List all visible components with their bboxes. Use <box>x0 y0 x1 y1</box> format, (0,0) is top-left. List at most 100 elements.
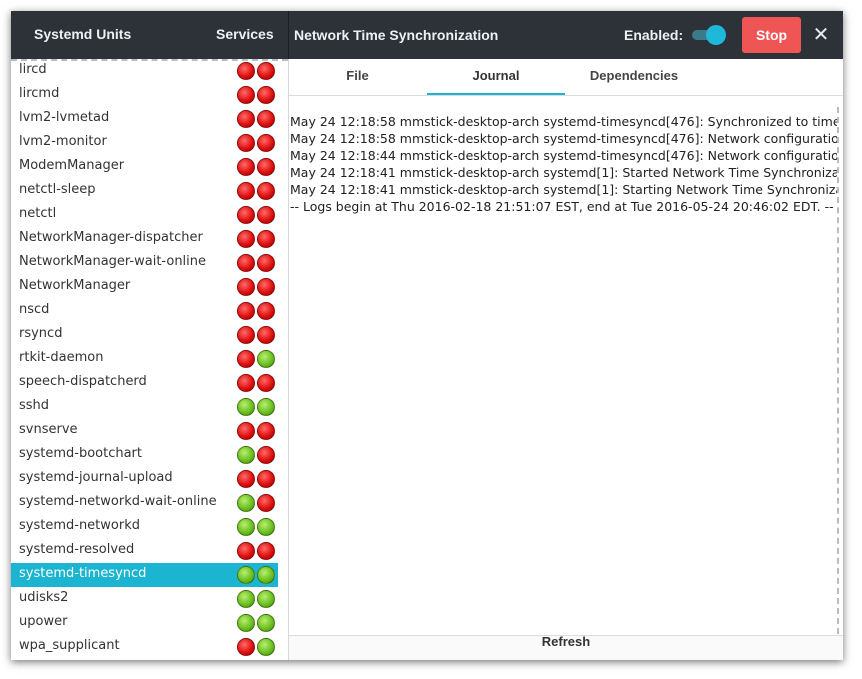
unit-name: lircmd <box>19 86 60 101</box>
enabled-status-red-icon <box>237 302 255 320</box>
active-status-green-icon <box>257 614 275 632</box>
tab-bar: File Journal Dependencies <box>289 59 843 96</box>
enabled-status-green-icon <box>237 518 255 536</box>
unit-row[interactable]: svnserve <box>11 419 278 443</box>
unit-row[interactable]: systemd-resolved <box>11 539 278 563</box>
active-status-red-icon <box>257 542 275 560</box>
enabled-status-green-icon <box>237 494 255 512</box>
main-panel: File Journal Dependencies May 24 12:18:5… <box>289 59 843 660</box>
enabled-status-red-icon <box>237 638 255 656</box>
active-status-red-icon <box>257 86 275 104</box>
unit-name: rsyncd <box>19 326 63 341</box>
unit-row[interactable]: NetworkManager <box>11 275 278 299</box>
enabled-status-red-icon <box>237 134 255 152</box>
stop-button[interactable]: Stop <box>742 17 801 53</box>
unit-row[interactable]: NetworkManager-wait-online <box>11 251 278 275</box>
active-status-green-icon <box>257 350 275 368</box>
unit-sidebar[interactable]: lircd lircmd lvm2-lvmetad lvm2-monitor Modem… <box>11 59 289 660</box>
unit-title: Network Time Synchronization <box>294 27 499 43</box>
unit-row[interactable]: lircmd <box>11 83 278 107</box>
unit-row[interactable]: rtkit-daemon <box>11 347 278 371</box>
active-status-green-icon <box>257 566 275 584</box>
active-status-red-icon <box>257 206 275 224</box>
journal-line: May 24 12:18:58 mmstick-desktop-arch sys… <box>290 131 839 146</box>
enabled-label: Enabled: <box>624 27 684 43</box>
enabled-status-red-icon <box>237 62 255 80</box>
unit-row[interactable]: ModemManager <box>11 155 278 179</box>
unit-name: udisks2 <box>19 590 69 605</box>
unit-name: netctl <box>19 206 57 221</box>
unit-row[interactable]: systemd-bootchart <box>11 443 278 467</box>
tab-journal[interactable]: Journal <box>427 59 565 95</box>
app-window: Systemd Units Services Network Time Sync… <box>11 11 843 660</box>
journal-line: May 24 12:18:58 mmstick-desktop-arch sys… <box>290 114 839 129</box>
active-status-red-icon <box>257 422 275 440</box>
enabled-status-red-icon <box>237 350 255 368</box>
unit-name: systemd-journal-upload <box>19 470 173 485</box>
unit-row[interactable]: udisks2 <box>11 587 278 611</box>
journal-view[interactable]: May 24 12:18:58 mmstick-desktop-arch sys… <box>289 107 839 634</box>
active-status-green-icon <box>257 638 275 656</box>
active-status-red-icon <box>257 302 275 320</box>
unit-row[interactable]: speech-dispatcherd <box>11 371 278 395</box>
unit-row[interactable]: lvm2-monitor <box>11 131 278 155</box>
tab-dependencies[interactable]: Dependencies <box>565 59 703 95</box>
active-status-red-icon <box>257 134 275 152</box>
active-status-red-icon <box>257 326 275 344</box>
unit-name: NetworkManager-dispatcher <box>19 230 203 245</box>
journal-line: May 24 12:18:44 mmstick-desktop-arch sys… <box>290 148 839 163</box>
unit-name: NetworkManager-wait-online <box>19 254 207 269</box>
refresh-bar: Refresh <box>289 634 843 660</box>
unit-row[interactable]: upower <box>11 611 278 635</box>
unit-row[interactable]: netctl-sleep <box>11 179 278 203</box>
active-status-green-icon <box>257 398 275 416</box>
unit-name: systemd-networkd-wait-online <box>19 494 217 509</box>
journal-line: May 24 12:18:41 mmstick-desktop-arch sys… <box>290 165 839 180</box>
unit-name: svnserve <box>19 422 78 437</box>
unit-row[interactable]: systemd-networkd <box>11 515 278 539</box>
active-status-red-icon <box>257 494 275 512</box>
unit-row[interactable]: sshd <box>11 395 278 419</box>
enabled-status-green-icon <box>237 590 255 608</box>
unit-row[interactable]: systemd-networkd-wait-online <box>11 491 278 515</box>
unit-name: ModemManager <box>19 158 125 173</box>
refresh-button[interactable]: Refresh <box>289 626 843 660</box>
unit-row[interactable]: systemd-journal-upload <box>11 467 278 491</box>
enabled-status-red-icon <box>237 470 255 488</box>
unit-name: wpa_supplicant <box>19 638 120 653</box>
unit-row[interactable]: lvm2-lvmetad <box>11 107 278 131</box>
unit-row[interactable]: nscd <box>11 299 278 323</box>
toggle-knob <box>706 25 726 45</box>
unit-row[interactable]: rsyncd <box>11 323 278 347</box>
header-left: Systemd Units Services <box>11 11 289 59</box>
journal-line: -- Logs begin at Thu 2016-02-18 21:51:07… <box>290 199 834 214</box>
enabled-status-red-icon <box>237 374 255 392</box>
enabled-status-red-icon <box>237 254 255 272</box>
unit-row[interactable]: systemd-timesyncd <box>11 563 278 587</box>
enabled-status-red-icon <box>237 206 255 224</box>
unit-name: systemd-networkd <box>19 518 140 533</box>
unit-row[interactable]: NetworkManager-dispatcher <box>11 227 278 251</box>
services-label[interactable]: Services <box>216 26 274 42</box>
unit-row[interactable]: wpa_supplicant <box>11 635 278 659</box>
close-icon[interactable]: ✕ <box>811 24 831 44</box>
enabled-status-red-icon <box>237 86 255 104</box>
unit-name: netctl-sleep <box>19 182 96 197</box>
enabled-status-red-icon <box>237 158 255 176</box>
unit-name: lircd <box>19 62 47 77</box>
journal-line: May 24 12:18:41 mmstick-desktop-arch sys… <box>290 182 839 197</box>
enabled-status-green-icon <box>237 398 255 416</box>
active-status-red-icon <box>257 158 275 176</box>
unit-name: lvm2-monitor <box>19 134 107 149</box>
unit-row[interactable]: lircd <box>11 59 278 83</box>
enabled-status-red-icon <box>237 110 255 128</box>
unit-row[interactable]: netctl <box>11 203 278 227</box>
app-title: Systemd Units <box>34 26 132 42</box>
active-status-green-icon <box>257 590 275 608</box>
enabled-status-red-icon <box>237 278 255 296</box>
tab-file[interactable]: File <box>289 59 426 95</box>
unit-name: lvm2-lvmetad <box>19 110 110 125</box>
enabled-toggle[interactable] <box>692 25 726 45</box>
active-status-red-icon <box>257 470 275 488</box>
unit-name: systemd-resolved <box>19 542 135 557</box>
